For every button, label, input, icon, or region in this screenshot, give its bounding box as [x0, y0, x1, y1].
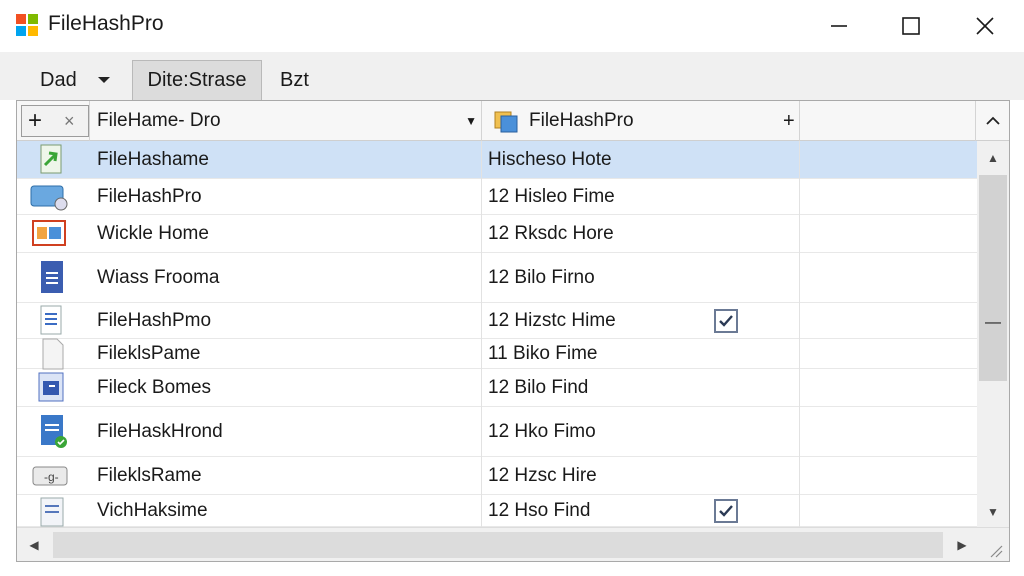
image-folder-icon: [29, 217, 71, 251]
hash-value-cell: 12 Hizstc Hime: [488, 309, 616, 331]
document-icon: [29, 260, 71, 295]
horizontal-scroll-thumb[interactable]: [53, 532, 943, 558]
file-table: + × FileHame- Dro ▼ FileHashPro + FileHa…: [16, 100, 1010, 562]
row-checkbox[interactable]: [714, 308, 738, 333]
app-logo-icon: [16, 14, 38, 36]
svg-text:-g-: -g-: [44, 470, 59, 484]
tab-second[interactable]: Bzt: [280, 60, 309, 100]
text-file-icon: [29, 304, 71, 338]
menu-dropdown[interactable]: Dad: [40, 60, 111, 100]
file-name-cell: FileHashPro: [97, 185, 202, 207]
file-name-cell: VichHaksime: [97, 499, 208, 521]
file-name-cell: FileklsPame: [97, 342, 201, 364]
chevron-down-icon: [97, 77, 110, 83]
hash-value-cell: 11 Biko Fime: [488, 342, 598, 364]
green-arrow-file-icon: [29, 143, 71, 177]
column-header-name-label: FileHame- Dro: [97, 110, 221, 131]
hash-value-cell: 12 Hko Fimo: [488, 420, 596, 442]
blank-file-icon: [29, 337, 71, 371]
chevron-up-icon: [986, 116, 1000, 125]
resize-grip-icon[interactable]: [989, 544, 1003, 558]
table-body: FileHashame Hischeso Hote FileHashPro 12 Hi…: [17, 141, 977, 527]
tab-active-label: Dite:Strase: [147, 69, 247, 91]
scroll-left-arrow[interactable]: ◀: [17, 528, 51, 561]
scroll-up-arrow[interactable]: ▲: [977, 143, 1009, 173]
tab-second-label: Bzt: [280, 68, 309, 91]
drive-folder-icon: [29, 180, 71, 214]
table-row[interactable]: FileHashame Hischeso Hote: [17, 141, 977, 179]
table-row[interactable]: -g- FileklsRame 12 Hzsc Hire: [17, 457, 977, 495]
checkmark-icon: [719, 314, 733, 327]
vertical-scroll-thumb[interactable]: [979, 175, 1007, 381]
close-button[interactable]: [948, 0, 1022, 52]
scroll-down-arrow[interactable]: ▼: [977, 497, 1009, 527]
scroll-right-arrow[interactable]: ▶: [945, 528, 979, 561]
maximize-button[interactable]: [874, 0, 948, 52]
add-column-button[interactable]: +: [28, 106, 42, 136]
column-header-hash[interactable]: FileHashPro +: [493, 101, 795, 141]
table-row[interactable]: Fileck Bomes 12 Bilo Find: [17, 369, 977, 407]
add-hash-button[interactable]: +: [783, 110, 795, 133]
file-name-cell: FileklsRame: [97, 464, 202, 486]
table-row[interactable]: Wiass Frooma 12 Bilo Firno: [17, 253, 977, 303]
minimize-icon: [831, 25, 847, 27]
file-name-cell: Wiass Frooma: [97, 266, 220, 288]
file-name-cell: FileHaskHrond: [97, 420, 223, 442]
hash-value-cell: 12 Hzsc Hire: [488, 464, 597, 486]
table-row[interactable]: VichHaksime 12 Hso Find: [17, 495, 977, 527]
column-header-hash-label: FileHashPro: [529, 110, 634, 131]
table-row[interactable]: Wickle Home 12 Rksdc Hore: [17, 215, 977, 253]
table-header: + × FileHame- Dro ▼ FileHashPro +: [17, 101, 1009, 141]
hash-value-cell: Hischeso Hote: [488, 148, 612, 170]
table-row[interactable]: FileHashPmo 12 Hizstc Hime: [17, 303, 977, 339]
vertical-scrollbar[interactable]: ▲ — ▼: [977, 141, 1009, 527]
hash-value-cell: 12 Rksdc Hore: [488, 222, 614, 244]
maximize-icon: [902, 17, 920, 35]
title-bar: FileHashPro: [0, 0, 1024, 52]
remove-column-button[interactable]: ×: [64, 107, 75, 135]
tab-active[interactable]: Dite:Strase: [132, 60, 262, 100]
hash-value-cell: 12 Hisleo Fime: [488, 185, 615, 207]
close-icon: [976, 17, 994, 35]
hash-app-icon: [494, 111, 518, 133]
collapse-button[interactable]: [977, 101, 1009, 141]
minimize-button[interactable]: [802, 0, 876, 52]
sort-down-icon[interactable]: ▼: [465, 114, 477, 128]
table-row[interactable]: FileHashPro 12 Hisleo Fime: [17, 179, 977, 215]
row-checkbox[interactable]: [714, 498, 738, 523]
file-name-cell: Wickle Home: [97, 222, 209, 244]
table-row[interactable]: FileklsPame 11 Biko Fime: [17, 337, 977, 371]
hash-value-cell: 12 Bilo Find: [488, 376, 589, 398]
hash-value-cell: 12 Bilo Firno: [488, 266, 595, 288]
window-title: FileHashPro: [48, 12, 164, 35]
blue-app-icon: [29, 371, 71, 405]
file-name-cell: FileHashPmo: [97, 309, 212, 331]
menu-bar: Dad Dite:Strase Bzt: [0, 52, 1024, 100]
table-row[interactable]: FileHaskHrond 12 Hko Fimo: [17, 407, 977, 457]
verified-document-icon: [29, 414, 71, 449]
menu-dropdown-label: Dad: [40, 68, 77, 91]
header-add-group: + ×: [21, 105, 89, 137]
column-header-name[interactable]: FileHame- Dro ▼: [97, 101, 477, 141]
stacked-file-icon: [29, 494, 71, 528]
key-badge-icon: -g-: [29, 459, 71, 493]
hash-value-cell: 12 Hso Find: [488, 499, 591, 521]
scroll-middle-marker: —: [985, 314, 1001, 331]
checkmark-icon: [719, 504, 733, 517]
file-name-cell: FileHashame: [97, 148, 209, 170]
file-name-cell: Fileck Bomes: [97, 376, 212, 398]
horizontal-scrollbar[interactable]: ◀ ▶: [17, 527, 1009, 561]
